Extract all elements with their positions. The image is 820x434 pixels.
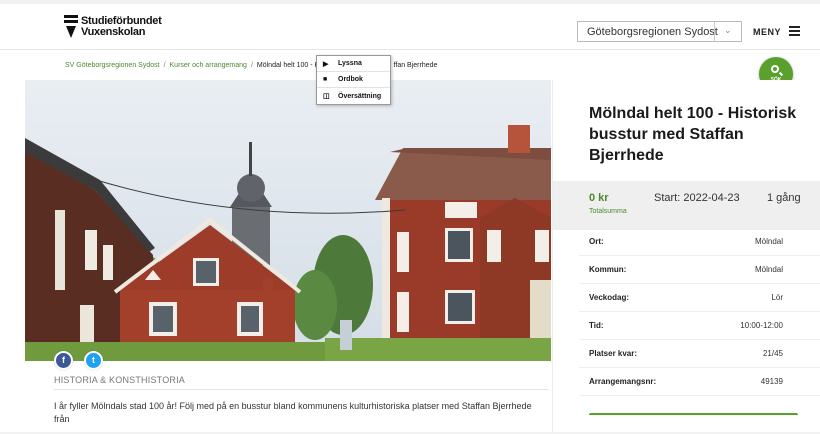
detail-value: 49139 <box>760 377 783 386</box>
menu-button[interactable]: MENY <box>753 26 801 38</box>
logo[interactable]: Studieförbundet Vuxenskolan <box>64 15 162 39</box>
readspeaker-popup: ▶ Lyssna ■ Ordbok ◫ Översättning <box>316 55 391 105</box>
detail-row-veckodag: Veckodag: Lör <box>579 284 820 312</box>
event-title: Mölndal helt 100 - Historisk busstur med… <box>589 105 797 164</box>
menu-label: MENY <box>753 27 782 37</box>
divider <box>54 389 548 390</box>
price-value: 0 kr <box>589 192 609 204</box>
occasions: 1 gång <box>767 192 801 204</box>
logo-line2: Vuxenskolan <box>81 26 146 38</box>
hamburger-icon <box>789 26 801 38</box>
chevron-down-icon[interactable]: ⌄ <box>714 22 741 41</box>
detail-value: Mölndal <box>754 237 783 246</box>
breadcrumb-separator: / <box>163 62 166 69</box>
breadcrumb-link-courses[interactable]: Kurser och arrangemang <box>170 62 247 69</box>
detail-row-arrangemangsnr: Arrangemangsnr: 49139 <box>579 368 820 396</box>
breadcrumb-link-region[interactable]: SV Göteborgsregionen Sydost <box>65 62 160 69</box>
breadcrumb-separator: / <box>250 62 253 69</box>
twitter-icon: t <box>92 355 95 365</box>
detail-label: Arrangemangsnr: <box>589 377 657 386</box>
category-label: HISTORIA & KONSTHISTORIA <box>54 375 185 385</box>
breadcrumb-current-end: ffan Bjerrhede <box>393 62 438 69</box>
breadcrumb-current-start: Mölndal helt 100 - H <box>256 62 320 69</box>
site-header: Studieförbundet Vuxenskolan Göteborgsreg… <box>0 0 820 50</box>
detail-label: Platser kvar: <box>589 349 638 358</box>
logo-mark-icon <box>64 15 78 39</box>
twitter-share-button[interactable]: t <box>84 351 103 370</box>
detail-row-ort: Ort: Mölndal <box>579 228 820 256</box>
popup-item-label: Lyssna <box>338 60 362 67</box>
start-date: Start: 2022-04-23 <box>654 192 740 204</box>
popup-item-oversattning[interactable]: ◫ Översättning <box>317 88 390 104</box>
facebook-share-button[interactable]: f <box>54 351 73 370</box>
intro-text: I år fyller Mölndals stad 100 år! Följ m… <box>54 401 532 424</box>
detail-value: 10:00-12:00 <box>740 321 783 330</box>
search-icon <box>771 65 779 73</box>
detail-label: Ort: <box>589 237 604 246</box>
detail-value: Mölndal <box>754 265 783 274</box>
detail-row-tid: Tid: 10:00-12:00 <box>579 312 820 340</box>
popup-item-label: Ordbok <box>338 76 363 83</box>
detail-value: 21/45 <box>762 349 783 358</box>
hero-image <box>25 80 551 361</box>
popup-item-label: Översättning <box>338 92 382 100</box>
play-icon: ▶ <box>323 60 329 68</box>
detail-label: Tid: <box>589 321 604 330</box>
price-label: Totalsumma <box>589 208 627 215</box>
detail-value: Lör <box>771 293 783 302</box>
event-info-panel: Mölndal helt 100 - Historisk busstur med… <box>552 80 820 434</box>
detail-row-platser: Platser kvar: 21/45 <box>579 340 820 368</box>
detail-row-kommun: Kommun: Mölndal <box>579 256 820 284</box>
price-box: 0 kr Totalsumma Start: 2022-04-23 1 gång <box>553 181 820 230</box>
popup-item-lyssna[interactable]: ▶ Lyssna <box>317 56 390 72</box>
detail-label: Veckodag: <box>589 293 630 302</box>
region-select-value: Göteborgsregionen Sydost <box>587 26 718 38</box>
region-select[interactable]: Göteborgsregionen Sydost ⌄ <box>577 21 742 42</box>
popup-item-ordbok[interactable]: ■ Ordbok <box>317 72 390 88</box>
book-icon: ■ <box>323 76 328 83</box>
facebook-icon: f <box>62 355 65 365</box>
event-details: Ort: Mölndal Kommun: Mölndal Veckodag: L… <box>579 228 820 396</box>
translate-icon: ◫ <box>323 93 330 100</box>
book-button[interactable] <box>589 413 798 417</box>
detail-label: Kommun: <box>589 265 627 274</box>
